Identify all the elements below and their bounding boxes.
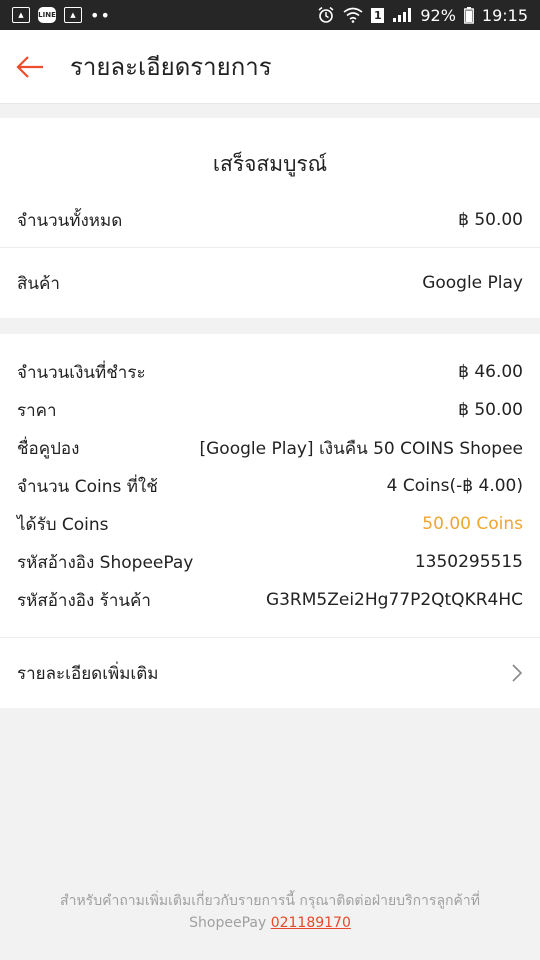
image-notification-icon: ▲ <box>12 7 30 23</box>
more-details-button[interactable]: รายละเอียดเพิ่มเติม <box>0 637 540 708</box>
footer-help: สำหรับคำถามเพิ่มเติมเกี่ยวกับรายการนี้ ก… <box>0 890 540 934</box>
product-value: Google Play <box>422 273 523 293</box>
detail-value: G3RM5Zei2Hg77P2QtQKR4HC <box>265 590 523 610</box>
detail-label: รหัสอ้างอิง ร้านค้า <box>17 590 151 611</box>
coupon-name-row: ชื่อคูปอง [Google Play] เงินคืน 50 COINS… <box>0 429 540 467</box>
clock: 19:15 <box>481 5 528 25</box>
battery-icon <box>463 6 474 24</box>
summary-card: เสร็จสมบูรณ์ จำนวนทั้งหมด ฿ 50.00 สินค้า… <box>0 118 540 318</box>
transaction-status: เสร็จสมบูรณ์ <box>212 152 328 176</box>
wifi-icon <box>343 7 363 23</box>
total-amount-value: ฿ 50.00 <box>458 210 523 230</box>
total-amount-row: จำนวนทั้งหมด ฿ 50.00 <box>0 193 540 247</box>
merchant-reference-row: รหัสอ้างอิง ร้านค้า G3RM5Zei2Hg77P2QtQKR… <box>0 581 540 619</box>
detail-label: ชื่อคูปอง <box>17 438 80 459</box>
support-phone-link[interactable]: 021189170 <box>271 915 351 931</box>
detail-value: 1350295515 <box>414 552 523 572</box>
signal-icon <box>393 8 412 22</box>
line-notification-icon: LINE <box>38 7 56 23</box>
product-row: สินค้า Google Play <box>0 247 540 318</box>
alarm-icon <box>318 6 334 23</box>
detail-label: จำนวน Coins ที่ใช้ <box>17 476 158 497</box>
app-bar: รายละเอียดรายการ <box>0 30 540 104</box>
detail-label: ได้รับ Coins <box>17 514 109 535</box>
detail-value: ฿ 46.00 <box>458 362 523 382</box>
price-row: ราคา ฿ 50.00 <box>0 391 540 429</box>
battery-percent: 92% <box>420 5 456 25</box>
shopeepay-reference-row: รหัสอ้างอิง ShopeePay 1350295515 <box>0 543 540 581</box>
gallery-notification-icon: ▲ <box>64 7 82 23</box>
details-card: จำนวนเงินที่ชำระ ฿ 46.00 ราคา ฿ 50.00 ชื… <box>0 334 540 637</box>
detail-label: ราคา <box>17 400 57 421</box>
back-button[interactable] <box>0 30 60 104</box>
coins-received-value: 50.00 Coins <box>422 514 523 534</box>
detail-value: 4 Coins(-฿ 4.00) <box>386 476 523 496</box>
more-notifications-icon: •• <box>90 5 111 25</box>
coins-received-row: ได้รับ Coins 50.00 Coins <box>0 505 540 543</box>
status-bar: ▲ LINE ▲ •• 1 92% 19:15 <box>0 0 540 30</box>
more-details-label: รายละเอียดเพิ่มเติม <box>17 663 159 684</box>
total-amount-label: จำนวนทั้งหมด <box>17 210 123 231</box>
detail-label: รหัสอ้างอิง ShopeePay <box>17 552 194 573</box>
sim-icon: 1 <box>371 7 385 23</box>
arrow-left-icon <box>16 55 43 78</box>
page-title: รายละเอียดรายการ <box>70 53 272 81</box>
detail-value: [Google Play] เงินคืน 50 COINS Shopee <box>199 438 524 459</box>
paid-amount-row: จำนวนเงินที่ชำระ ฿ 46.00 <box>0 353 540 391</box>
detail-label: จำนวนเงินที่ชำระ <box>17 362 146 383</box>
chevron-right-icon <box>512 664 523 682</box>
coins-used-row: จำนวน Coins ที่ใช้ 4 Coins(-฿ 4.00) <box>0 467 540 505</box>
product-label: สินค้า <box>17 273 60 294</box>
detail-value: ฿ 50.00 <box>458 400 523 420</box>
